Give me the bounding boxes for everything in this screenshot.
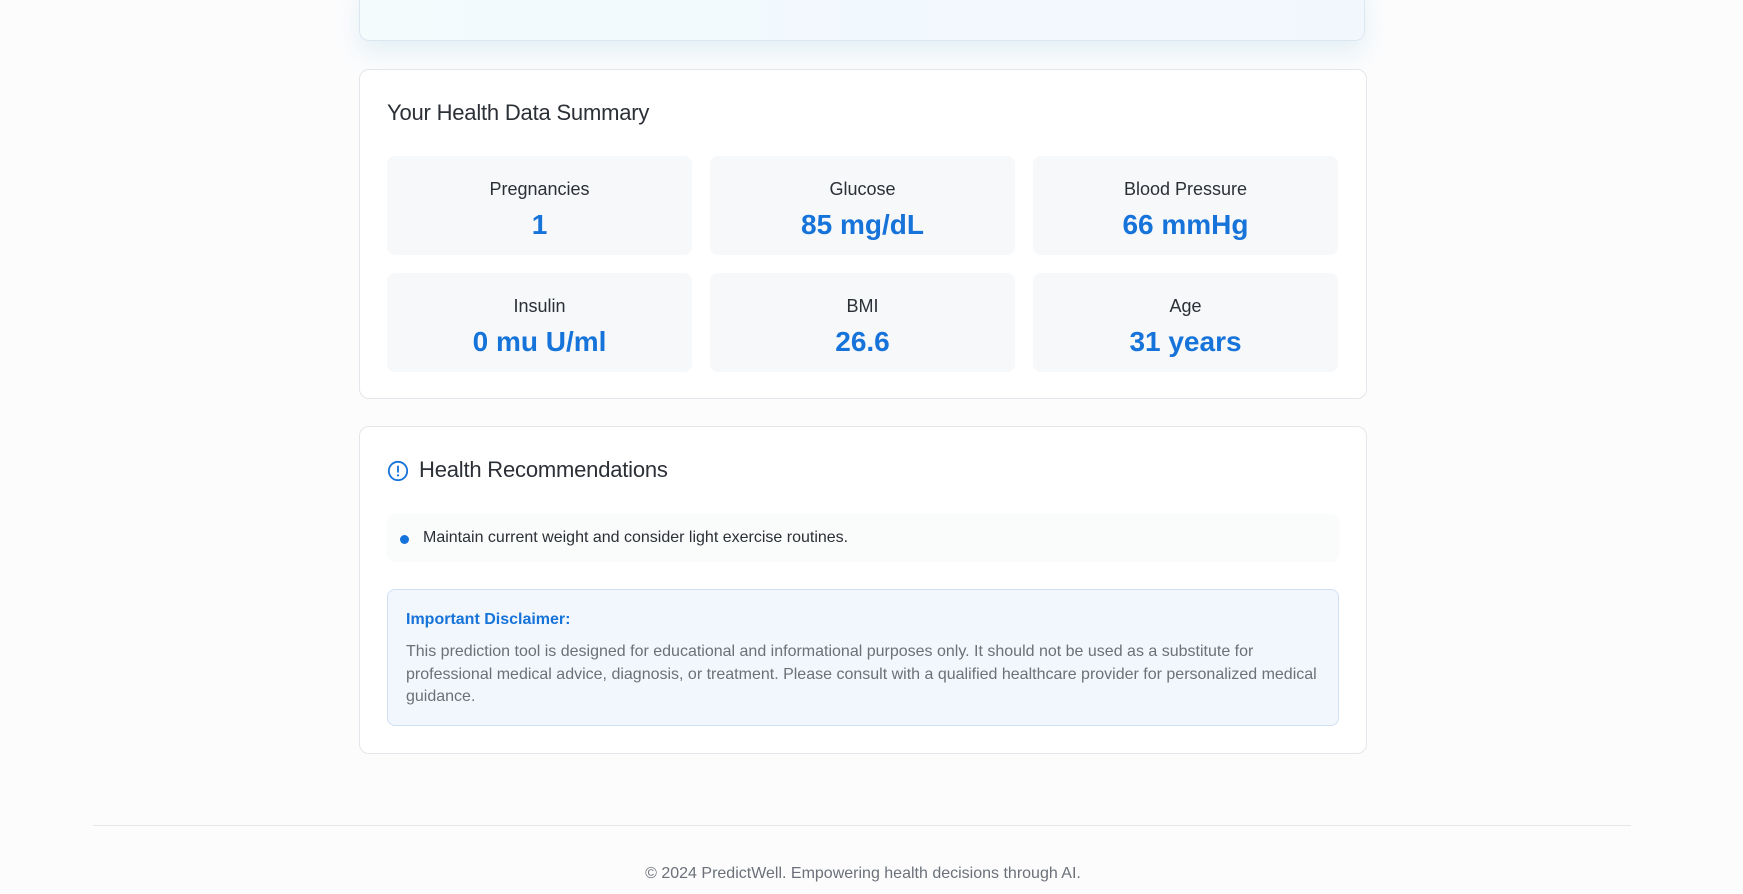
info-circle-icon: [387, 460, 409, 482]
stat-age: Age 31 years: [1033, 273, 1338, 372]
stat-bmi: BMI 26.6: [710, 273, 1015, 372]
health-recommendations-card: Health Recommendations Maintain current …: [359, 426, 1367, 754]
disclaimer-title: Important Disclaimer:: [406, 611, 571, 628]
stat-blood-pressure: Blood Pressure 66 mmHg: [1033, 156, 1338, 255]
list-item: Maintain current weight and consider lig…: [387, 514, 1339, 562]
stats-grid: Pregnancies 1 Glucose 85 mg/dL Blood Pre…: [387, 156, 1339, 372]
stat-value: 1: [531, 209, 548, 240]
stat-insulin: Insulin 0 mu U/ml: [387, 273, 692, 372]
result-card-bottom-edge: [359, 0, 1365, 41]
stat-label: Blood Pressure: [1123, 179, 1248, 199]
stat-glucose: Glucose 85 mg/dL: [710, 156, 1015, 255]
stat-value: 0 mu U/ml: [472, 326, 607, 357]
recommendations-title: Health Recommendations: [419, 457, 668, 482]
stat-value: 85 mg/dL: [801, 209, 924, 240]
recommendation-text: Maintain current weight and consider lig…: [423, 529, 849, 546]
stat-value: 66 mmHg: [1122, 209, 1249, 240]
stat-label: BMI: [846, 296, 879, 316]
health-data-summary-card: Your Health Data Summary Pregnancies 1 G…: [359, 69, 1367, 399]
disclaimer-box: Important Disclaimer: This prediction to…: [387, 589, 1339, 726]
stat-value: 26.6: [835, 326, 890, 357]
stat-label: Age: [1169, 296, 1202, 316]
disclaimer-text: This prediction tool is designed for edu…: [406, 643, 1317, 705]
footer-divider: [93, 825, 1631, 826]
bullet-dot-icon: [400, 535, 409, 544]
stat-label: Pregnancies: [489, 179, 590, 199]
footer-text: © 2024 PredictWell. Empowering health de…: [645, 865, 1081, 882]
stat-value: 31 years: [1129, 326, 1242, 357]
stat-label: Glucose: [829, 179, 896, 199]
summary-title: Your Health Data Summary: [387, 100, 650, 125]
stat-label: Insulin: [513, 296, 566, 316]
stat-pregnancies: Pregnancies 1: [387, 156, 692, 255]
